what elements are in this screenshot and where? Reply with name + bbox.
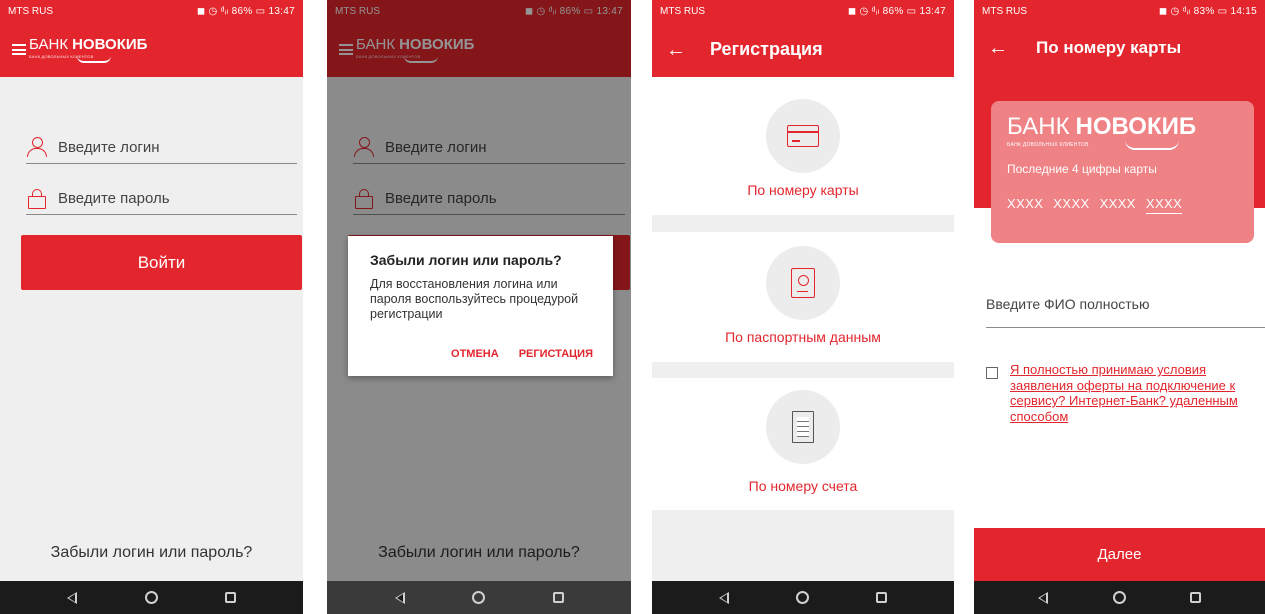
logo-smile-icon	[77, 56, 111, 63]
register-button[interactable]: РЕГИСТАЦИЯ	[519, 348, 593, 360]
fio-input[interactable]: Введите ФИО полностью	[986, 296, 1265, 328]
status-indicators: ◼ ◷ ᵈᵢₗ 86% ▭ 13:47	[847, 5, 946, 17]
option-passport-label: По паспортным данным	[725, 329, 881, 345]
login-placeholder: Введите логин	[58, 139, 160, 156]
agreement-row: Я полностью принимаю условия заявления о…	[986, 362, 1255, 424]
status-indicators: ◼ ◷ ᵈᵢₗ 86% ▭ 13:47	[196, 5, 295, 17]
option-account-circle	[766, 390, 840, 464]
cancel-button[interactable]: ОТМЕНА	[451, 348, 499, 360]
option-card-circle	[766, 99, 840, 173]
bank-logo: БАНК НОВОКИБ БАНК ДОВОЛЬНЫХ КЛИЕНТОВ	[29, 36, 147, 63]
page-title: По номеру карты	[1036, 38, 1182, 57]
card-logo-word-bank: БАНК	[1007, 113, 1070, 140]
login-screen: MTS RUS ◼ ◷ ᵈᵢₗ 86% ▭ 13:47 БАНК НОВОКИБ…	[0, 0, 303, 614]
dialog-title: Забыли логин или пароль?	[370, 252, 562, 268]
nav-recent-icon[interactable]	[1189, 592, 1201, 603]
android-nav-bar	[0, 581, 303, 614]
agreement-checkbox[interactable]	[986, 367, 998, 379]
dialog-text: Для восстановления логина или пароля вос…	[370, 277, 579, 321]
status-bar: MTS RUS ◼ ◷ ᵈᵢₗ 86% ▭ 13:47	[0, 0, 303, 22]
app-bar: ← Регистрация	[652, 22, 954, 77]
nav-home-icon[interactable]	[472, 591, 485, 604]
option-card-label: По номеру карты	[747, 182, 859, 198]
card-logo: БАНК НОВОКИБ	[1007, 113, 1238, 141]
user-icon	[26, 136, 48, 159]
android-nav-bar	[652, 581, 954, 614]
last-four-digits-input[interactable]: XXXX	[1145, 196, 1183, 214]
app-bar: БАНК НОВОКИБ БАНК ДОВОЛЬНЫХ КЛИЕНТОВ	[0, 22, 303, 77]
carrier-label: MTS RUS	[660, 5, 705, 17]
nav-back-icon[interactable]	[67, 591, 78, 604]
password-input[interactable]: Введите пароль	[26, 183, 297, 215]
android-nav-bar	[327, 581, 631, 614]
carrier-label: MTS RUS	[8, 5, 53, 17]
passport-icon	[791, 268, 815, 298]
dialog-actions: ОТМЕНА РЕГИСТАЦИЯ	[451, 348, 593, 360]
card-digits-row: XXXX XXXX XXXX XXXX	[1007, 196, 1238, 214]
nav-home-icon[interactable]	[796, 591, 809, 604]
card-logo-tagline: БАНК ДОВОЛЬНЫХ КЛИЕНТОВ	[1007, 142, 1089, 148]
card-digits-group-3: XXXX	[1099, 196, 1136, 211]
agreement-link[interactable]: Я полностью принимаю условия заявления о…	[1010, 362, 1255, 424]
nav-back-icon[interactable]	[719, 591, 729, 604]
menu-icon[interactable]	[12, 44, 26, 55]
android-nav-bar	[974, 581, 1265, 614]
card-digits-group-1: XXXX	[1007, 196, 1044, 211]
forgot-dialog-screen: MTS RUS ◼ ◷ ᵈᵢₗ 86% ▭ 13:47 БАНК НОВОКИБ…	[327, 0, 631, 614]
next-button[interactable]: Далее	[974, 528, 1265, 581]
nav-recent-icon[interactable]	[876, 592, 887, 603]
card-logo-word-novokib: НОВОКИБ	[1075, 113, 1197, 140]
option-by-card[interactable]: По номеру карты	[652, 77, 954, 215]
option-passport-circle	[766, 246, 840, 320]
logo-word-bank: БАНК	[29, 36, 69, 53]
card-digits-hint: Последние 4 цифры карты	[1007, 162, 1157, 176]
bank-card-preview: БАНК НОВОКИБ БАНК ДОВОЛЬНЫХ КЛИЕНТОВ Пос…	[991, 101, 1254, 243]
nav-home-icon[interactable]	[1112, 591, 1126, 604]
nav-recent-icon[interactable]	[552, 592, 564, 603]
password-placeholder: Введите пароль	[58, 190, 170, 207]
option-by-passport[interactable]: По паспортным данным	[652, 232, 954, 362]
logo-word-novokib: НОВОКИБ	[72, 36, 148, 53]
carrier-label: MTS RUS	[982, 5, 1027, 17]
nav-home-icon[interactable]	[144, 591, 158, 604]
page-title: Регистрация	[710, 39, 823, 59]
registration-screen: MTS RUS ◼ ◷ ᵈᵢₗ 86% ▭ 13:47 ← Регистраци…	[652, 0, 954, 614]
document-icon	[792, 411, 814, 443]
nav-recent-icon[interactable]	[224, 592, 236, 603]
login-input[interactable]: Введите логин	[26, 132, 297, 164]
back-arrow-icon[interactable]: ←	[656, 40, 696, 60]
back-arrow-icon[interactable]: ←	[978, 38, 1018, 58]
status-bar: MTS RUS ◼ ◷ ᵈᵢₗ 86% ▭ 13:47	[652, 0, 954, 22]
card-digits-group-2: XXXX	[1053, 196, 1090, 211]
option-account-label: По номеру счета	[748, 478, 858, 494]
status-bar: MTS RUS ◼ ◷ ᵈᵢₗ 83% ▭ 14:15	[974, 0, 1265, 22]
lock-icon	[26, 188, 48, 210]
card-smile-icon	[1125, 140, 1179, 150]
status-indicators: ◼ ◷ ᵈᵢₗ 83% ▭ 14:15	[1158, 5, 1257, 17]
forgot-password-link[interactable]: Забыли логин или пароль?	[0, 544, 303, 562]
card-icon	[787, 125, 819, 147]
nav-back-icon[interactable]	[394, 591, 405, 604]
nav-back-icon[interactable]	[1038, 591, 1049, 604]
forgot-dialog: Забыли логин или пароль? Для восстановле…	[348, 236, 613, 376]
login-button[interactable]: Войти	[21, 235, 302, 290]
option-by-account[interactable]: По номеру счета	[652, 378, 954, 510]
card-number-screen: MTS RUS ◼ ◷ ᵈᵢₗ 83% ▭ 14:15 ← По номеру …	[974, 0, 1265, 614]
